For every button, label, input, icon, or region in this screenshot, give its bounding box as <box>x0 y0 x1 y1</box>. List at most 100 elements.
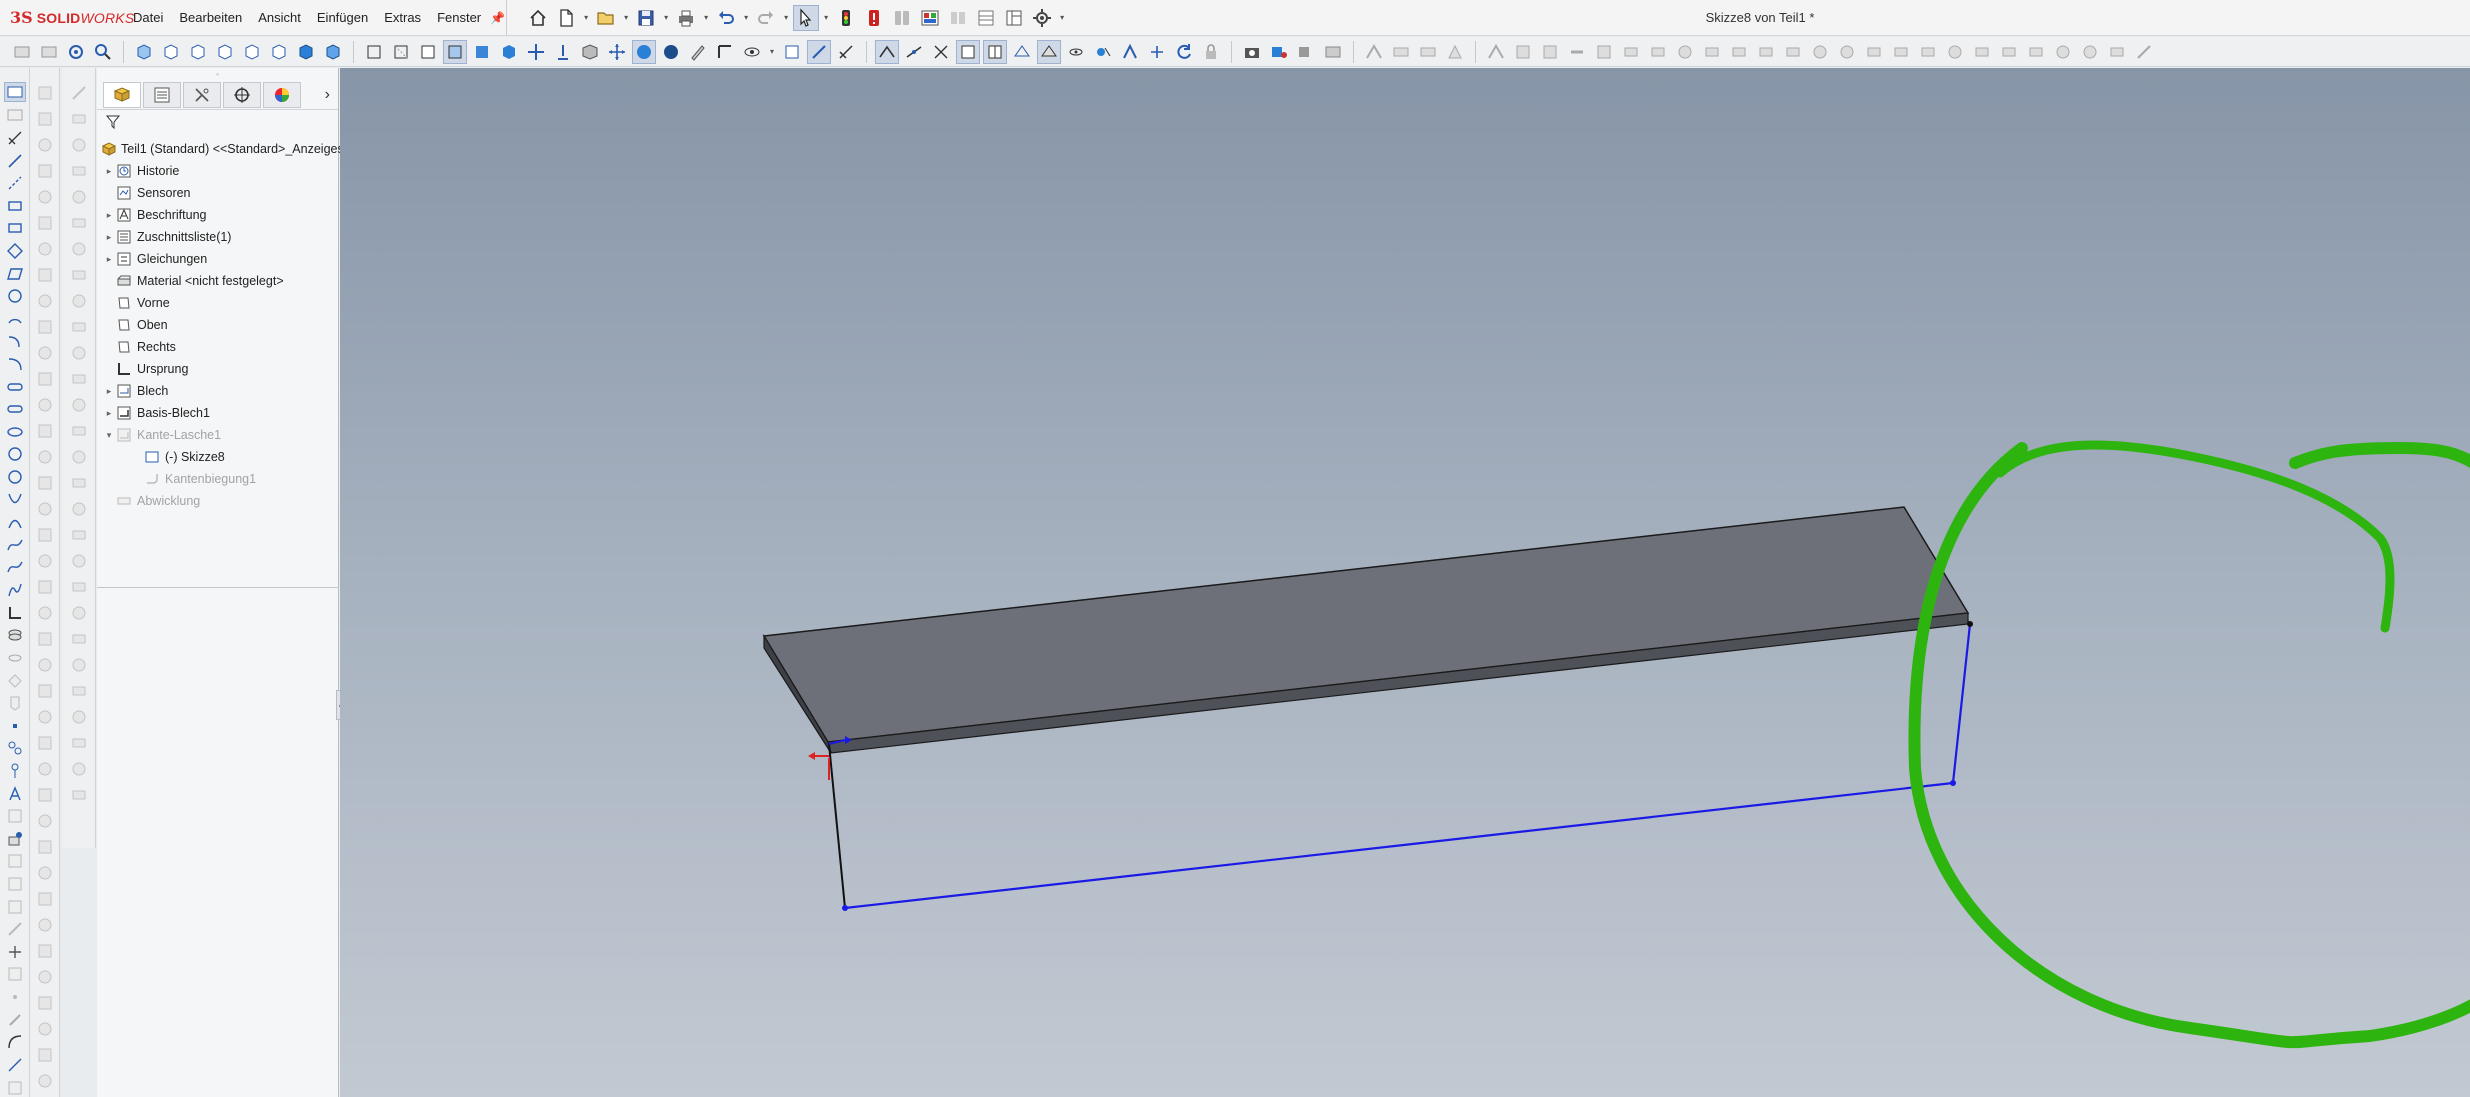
tree-item[interactable]: ▸ Zuschnittsliste(1) <box>97 226 338 248</box>
home-icon[interactable] <box>525 5 551 31</box>
feature-inactive17-icon[interactable] <box>68 498 90 520</box>
polygon-icon[interactable] <box>4 242 26 261</box>
view-bottom-icon[interactable] <box>267 40 291 64</box>
move-sketch-icon[interactable] <box>4 943 26 962</box>
view-iso-icon[interactable] <box>294 40 318 64</box>
inactive-tool32-icon[interactable] <box>34 888 56 910</box>
feature-inactive7-icon[interactable] <box>68 238 90 260</box>
tree-item[interactable]: ▾ Kante-Lasche1 <box>97 424 338 446</box>
smart-dimension-icon[interactable] <box>4 129 26 148</box>
block-icon[interactable] <box>4 1078 26 1097</box>
feature-tool9-icon[interactable] <box>1700 40 1724 64</box>
flatten-icon[interactable] <box>1321 40 1345 64</box>
feature-tool25-icon[interactable] <box>2132 40 2156 64</box>
move-entities-icon[interactable] <box>1145 40 1169 64</box>
inactive-tool19-icon[interactable] <box>34 550 56 572</box>
expand-arrow-icon[interactable]: ▸ <box>103 386 115 397</box>
redo-dropdown-icon[interactable]: ▾ <box>781 13 791 22</box>
layout-icon[interactable] <box>973 5 999 31</box>
tab-configurationmanager[interactable] <box>183 81 221 108</box>
feature-inactive15-icon[interactable] <box>68 446 90 468</box>
sketch-point[interactable] <box>842 905 848 911</box>
tangent-arc-icon[interactable] <box>4 332 26 351</box>
inactive-tool26-icon[interactable] <box>34 732 56 754</box>
mirror-icon[interactable] <box>4 897 26 916</box>
sheetmetal-tool1-icon[interactable] <box>1362 40 1386 64</box>
feature-inactive4-icon[interactable] <box>68 160 90 182</box>
feature-inactive11-icon[interactable] <box>68 342 90 364</box>
tab-dimxpertmanager[interactable] <box>223 81 261 108</box>
feature-tool2-icon[interactable] <box>1511 40 1535 64</box>
save-icon[interactable] <box>633 5 659 31</box>
center-rectangle-icon[interactable] <box>4 219 26 238</box>
sketch-corner-icon[interactable] <box>713 40 737 64</box>
redo-icon[interactable] <box>753 5 779 31</box>
inactive-tool35-icon[interactable] <box>34 966 56 988</box>
tree-item[interactable]: Abwicklung <box>97 490 338 512</box>
options-dropdown-icon[interactable]: ▾ <box>1057 13 1067 22</box>
feature-tool23-icon[interactable] <box>2078 40 2102 64</box>
inactive-tool21-icon[interactable] <box>34 602 56 624</box>
panel-grip[interactable]: ◦ <box>97 68 338 80</box>
tree-item[interactable]: ▸ Gleichungen <box>97 248 338 270</box>
pattern-icon[interactable] <box>4 920 26 939</box>
appearance-icon[interactable] <box>632 39 656 64</box>
hidden-removed-icon[interactable] <box>416 40 440 64</box>
view-orientation-icon[interactable] <box>524 40 548 64</box>
collapse-arrow-icon[interactable]: ▾ <box>103 430 115 441</box>
surface-icon[interactable] <box>4 875 26 894</box>
tree-item[interactable]: ▸ Basis-Blech1 <box>97 402 338 424</box>
view-back-icon[interactable] <box>159 40 183 64</box>
tree-item[interactable]: Vorne <box>97 292 338 314</box>
feature-tool3-icon[interactable] <box>1538 40 1562 64</box>
graphics-area[interactable] <box>340 68 2470 1097</box>
view-selector-icon[interactable] <box>780 40 804 64</box>
zoom-icon[interactable] <box>91 40 115 64</box>
sketch-tool-inactive1-icon[interactable] <box>4 671 26 690</box>
trim-icon[interactable] <box>4 739 26 758</box>
inactive-tool10-icon[interactable] <box>34 316 56 338</box>
3d-sketch-icon[interactable] <box>4 106 26 125</box>
inactive-tool7-icon[interactable] <box>34 238 56 260</box>
repair-icon[interactable] <box>4 1010 26 1029</box>
refresh-icon[interactable] <box>1172 40 1196 64</box>
wireframe-icon[interactable] <box>362 40 386 64</box>
menu-einfuegen[interactable]: Einfügen <box>309 0 376 36</box>
new-document-icon[interactable] <box>553 5 579 31</box>
inactive-tool30-icon[interactable] <box>34 836 56 858</box>
instant2d-icon[interactable] <box>1064 40 1088 64</box>
feature-inactive20-icon[interactable] <box>68 576 90 598</box>
file-properties-icon[interactable] <box>917 5 943 31</box>
feature-inactive9-icon[interactable] <box>68 290 90 312</box>
feature-tool1-icon[interactable] <box>1484 40 1508 64</box>
print-icon[interactable] <box>673 5 699 31</box>
3point-arc-icon[interactable] <box>4 355 26 374</box>
inactive-tool31-icon[interactable] <box>34 862 56 884</box>
inactive-tool28-icon[interactable] <box>34 784 56 806</box>
tree-item[interactable]: Kantenbiegung1 <box>97 468 338 490</box>
inactive-tool34-icon[interactable] <box>34 940 56 962</box>
expand-arrow-icon[interactable]: ▸ <box>103 254 115 265</box>
feature-inactive10-icon[interactable] <box>68 316 90 338</box>
measure-icon[interactable] <box>945 5 971 31</box>
parabola-icon[interactable] <box>4 490 26 509</box>
sketch-icon[interactable] <box>3 82 26 102</box>
display-relations-icon[interactable] <box>929 40 953 64</box>
undo-icon[interactable] <box>713 5 739 31</box>
sketch-tool-icon[interactable] <box>10 40 34 64</box>
feature-tool21-icon[interactable] <box>2024 40 2048 64</box>
quick-snaps-icon[interactable] <box>956 39 980 64</box>
view-trimetric-icon[interactable] <box>321 40 345 64</box>
sheetmetal-tool2-icon[interactable] <box>1389 40 1413 64</box>
feature-tool19-icon[interactable] <box>1970 40 1994 64</box>
inactive-tool3-icon[interactable] <box>34 134 56 156</box>
edit-appearance-icon[interactable] <box>686 40 710 64</box>
feature-tool4-icon[interactable] <box>1565 40 1589 64</box>
hide-show-icon[interactable] <box>740 40 764 64</box>
inactive-tool38-icon[interactable] <box>34 1044 56 1066</box>
feature-tool13-icon[interactable] <box>1808 40 1832 64</box>
tree-item[interactable]: ▸ Blech <box>97 380 338 402</box>
sketch-relations-icon[interactable] <box>875 39 899 64</box>
feature-inactive21-icon[interactable] <box>68 602 90 624</box>
sheetmetal-tool4-icon[interactable] <box>1443 40 1467 64</box>
